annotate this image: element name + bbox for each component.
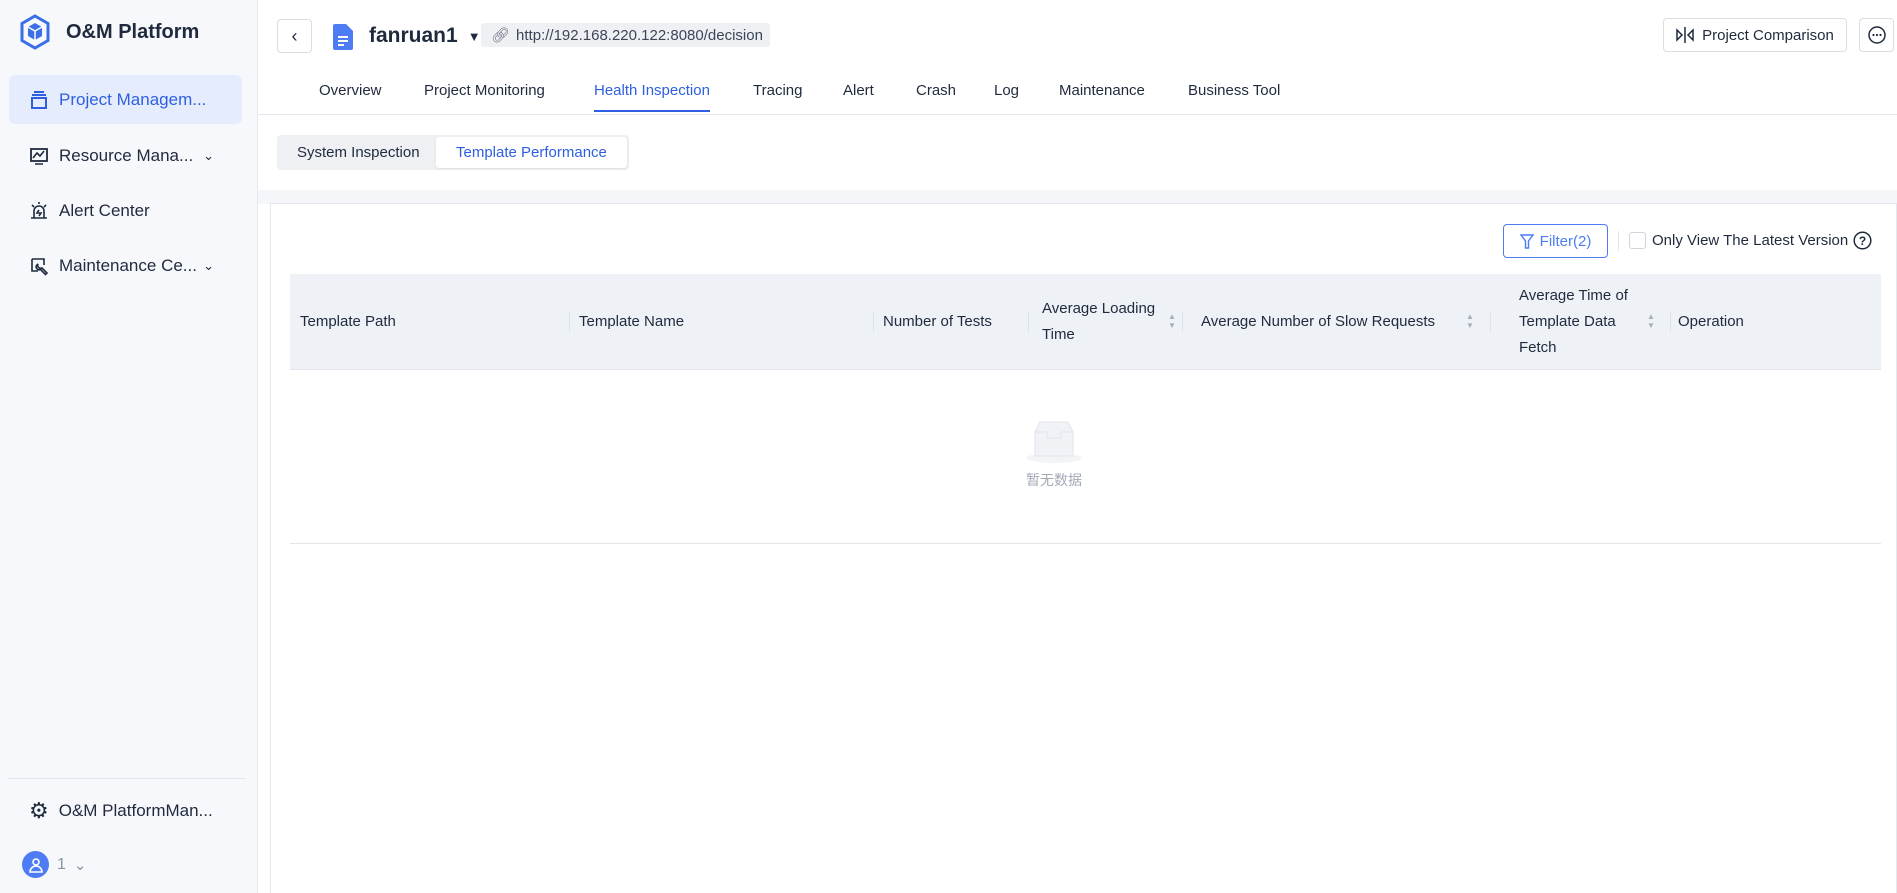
column-template-path: Template Path xyxy=(300,313,396,330)
platform-management-link[interactable]: ⚙ O&M PlatformMan... xyxy=(9,786,242,835)
project-name: fanruan1 xyxy=(369,24,458,47)
sidebar-item-label: Resource Mana... xyxy=(59,145,194,165)
column-divider xyxy=(1028,312,1029,332)
empty-state: 暂无数据 xyxy=(1023,418,1085,498)
sidebar-item-label: Maintenance Ce... xyxy=(59,255,197,275)
filter-icon xyxy=(1519,233,1534,249)
chevron-down-icon: ⌄ xyxy=(73,856,87,874)
filter-label: Filter(2) xyxy=(1539,232,1592,250)
empty-inbox-icon xyxy=(1026,421,1082,463)
settings-label: O&M PlatformMan... xyxy=(58,800,213,820)
help-icon[interactable]: ? xyxy=(1853,231,1872,250)
brand: O&M Platform xyxy=(20,14,199,50)
tab-project-monitoring[interactable]: Project Monitoring xyxy=(424,82,545,110)
empty-text: 暂无数据 xyxy=(1026,472,1082,488)
column-average-data-fetch-time[interactable]: Average Time of Template Data Fetch xyxy=(1519,274,1644,370)
more-button[interactable] xyxy=(1859,18,1894,52)
latest-version-toggle[interactable]: Only View The Latest Version xyxy=(1629,232,1848,249)
tab-health-inspection[interactable]: Health Inspection xyxy=(594,82,710,112)
alarm-icon xyxy=(31,201,47,219)
brand-name: O&M Platform xyxy=(66,20,200,43)
latest-version-checkbox[interactable] xyxy=(1629,232,1646,249)
main-tabs: Overview Project Monitoring Health Inspe… xyxy=(258,70,1897,115)
column-average-slow-requests[interactable]: Average Number of Slow Requests xyxy=(1201,274,1435,370)
monitor-icon xyxy=(30,147,48,165)
filter-button[interactable]: Filter(2) xyxy=(1503,224,1608,258)
compare-icon xyxy=(1676,27,1694,43)
sidebar-item-label: Alert Center xyxy=(59,200,150,220)
sort-icon[interactable]: ▲ ▼ xyxy=(1466,312,1474,330)
chevron-down-icon: ⌄ xyxy=(203,257,214,273)
section-gap xyxy=(258,190,1897,204)
sidebar: O&M Platform Project Managem... Resource… xyxy=(0,0,258,893)
more-icon xyxy=(1867,26,1886,44)
svg-text:?: ? xyxy=(1859,234,1866,248)
avatar xyxy=(22,851,49,878)
sort-icon[interactable]: ▲ ▼ xyxy=(1168,312,1176,330)
toolbar-divider xyxy=(1618,231,1619,251)
sidebar-divider xyxy=(8,778,246,779)
column-divider xyxy=(1182,312,1183,332)
sort-icon[interactable]: ▲ ▼ xyxy=(1647,312,1655,330)
user-menu[interactable]: 1 ⌄ xyxy=(22,851,86,878)
sidebar-item-project-management[interactable]: Project Managem... xyxy=(9,75,242,124)
column-number-of-tests: Number of Tests xyxy=(883,313,992,330)
user-label: 1 xyxy=(57,855,66,873)
sidebar-item-label: Project Managem... xyxy=(59,89,207,109)
column-divider xyxy=(873,312,874,332)
sidebar-item-maintenance-center[interactable]: Maintenance Ce... ⌄ xyxy=(9,241,242,290)
sidebar-item-alert-center[interactable]: Alert Center xyxy=(9,186,242,235)
project-comparison-button[interactable]: Project Comparison xyxy=(1663,18,1847,52)
sidebar-item-resource-management[interactable]: Resource Mana... ⌄ xyxy=(9,131,242,180)
column-average-loading-time[interactable]: Average Loading Time xyxy=(1042,274,1167,370)
column-operation: Operation xyxy=(1678,313,1744,330)
subtab-system-inspection[interactable]: System Inspection xyxy=(277,137,440,168)
chevron-left-icon: ‹ xyxy=(291,25,298,46)
gear-icon: ⚙ xyxy=(29,797,49,823)
compare-label: Project Comparison xyxy=(1702,26,1834,44)
subtab-template-performance[interactable]: Template Performance xyxy=(436,137,627,168)
table-bottom-border xyxy=(290,543,1881,544)
document-icon xyxy=(333,24,353,50)
tab-tracing[interactable]: Tracing xyxy=(753,82,802,110)
caret-down-icon: ▼ xyxy=(467,28,481,44)
link-icon: 🔗︎ xyxy=(491,27,511,44)
wrench-icon xyxy=(31,257,49,276)
table-header: Template Path Template Name Number of Te… xyxy=(290,274,1881,370)
logo-icon xyxy=(20,14,50,50)
latest-version-label: Only View The Latest Version xyxy=(1652,232,1849,249)
tab-maintenance[interactable]: Maintenance xyxy=(1059,82,1145,110)
column-template-name: Template Name xyxy=(579,313,685,330)
project-selector[interactable]: fanruan1 ▼ xyxy=(369,24,481,48)
tab-overview[interactable]: Overview xyxy=(319,82,382,110)
url-text: http://192.168.220.122:8080/decision xyxy=(516,26,763,44)
project-icon xyxy=(31,90,47,109)
tab-crash[interactable]: Crash xyxy=(916,82,956,110)
column-divider xyxy=(1670,312,1671,332)
user-icon xyxy=(28,857,43,873)
project-url: 🔗︎ http://192.168.220.122:8080/decision xyxy=(481,23,770,47)
column-divider xyxy=(569,312,570,332)
back-button[interactable]: ‹ xyxy=(277,19,312,53)
tab-log[interactable]: Log xyxy=(994,82,1019,110)
chevron-down-icon: ⌄ xyxy=(203,147,214,163)
tab-alert[interactable]: Alert xyxy=(843,82,874,110)
column-divider xyxy=(1490,312,1491,332)
tab-business-tool[interactable]: Business Tool xyxy=(1188,82,1280,110)
inspection-subtabs: System Inspection Template Performance xyxy=(277,135,629,170)
